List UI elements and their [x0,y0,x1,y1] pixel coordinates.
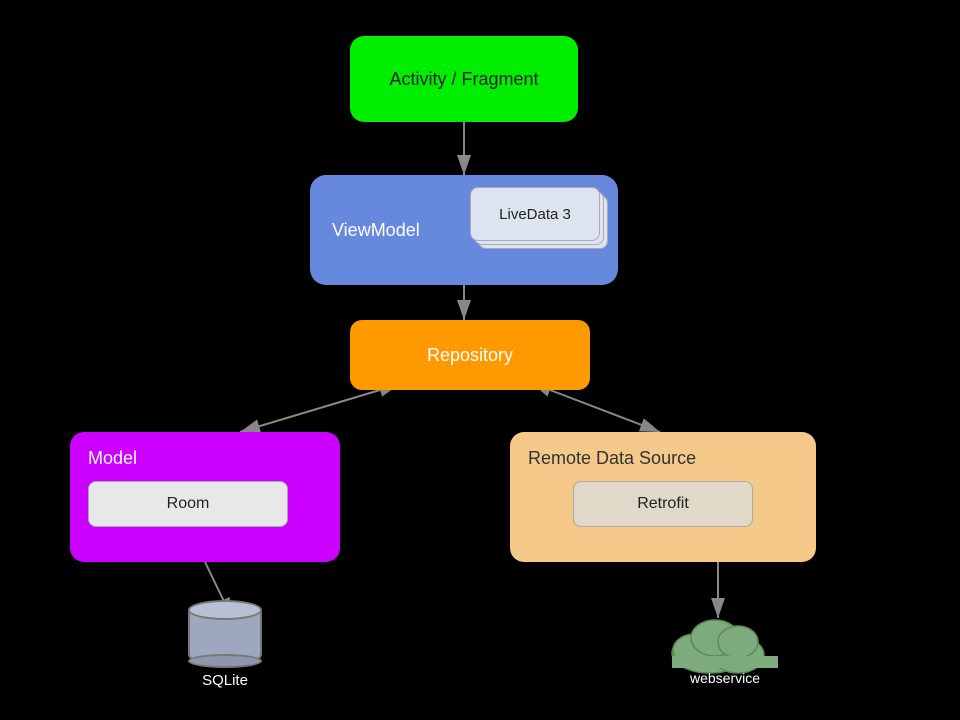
room-box: Room [88,481,288,527]
repository-box: Repository [350,320,590,390]
remote-data-source-box: Remote Data Source Retrofit [510,432,816,562]
model-label: Model [88,448,137,469]
cylinder-top [188,600,262,620]
cylinder-bottom [188,654,262,668]
webservice-label: webservice [690,670,760,686]
diagram-container: Activity / Fragment ViewModel LiveData 3… [0,0,960,720]
room-label: Room [167,495,210,513]
retrofit-label: Retrofit [637,495,689,513]
livedata-label: LiveData 3 [499,206,571,223]
cloud-icon [660,608,790,678]
activity-fragment-box: Activity / Fragment [350,36,578,122]
livedata-stack: LiveData 3 [470,187,600,241]
viewmodel-box: ViewModel LiveData 3 [310,175,618,285]
viewmodel-label: ViewModel [332,220,420,241]
repository-label: Repository [427,345,513,366]
sqlite-cylinder [188,600,262,668]
remote-data-source-label: Remote Data Source [528,448,696,469]
sqlite-label: SQLite [202,672,248,689]
sqlite-group: SQLite [188,600,262,689]
livedata-card-front: LiveData 3 [470,187,600,241]
model-box: Model Room [70,432,340,562]
webservice-group: webservice [660,608,790,686]
arrow-repo-remote [550,390,660,432]
arrow-repo-model [240,390,380,432]
retrofit-box: Retrofit [573,481,753,527]
activity-fragment-label: Activity / Fragment [389,69,538,90]
